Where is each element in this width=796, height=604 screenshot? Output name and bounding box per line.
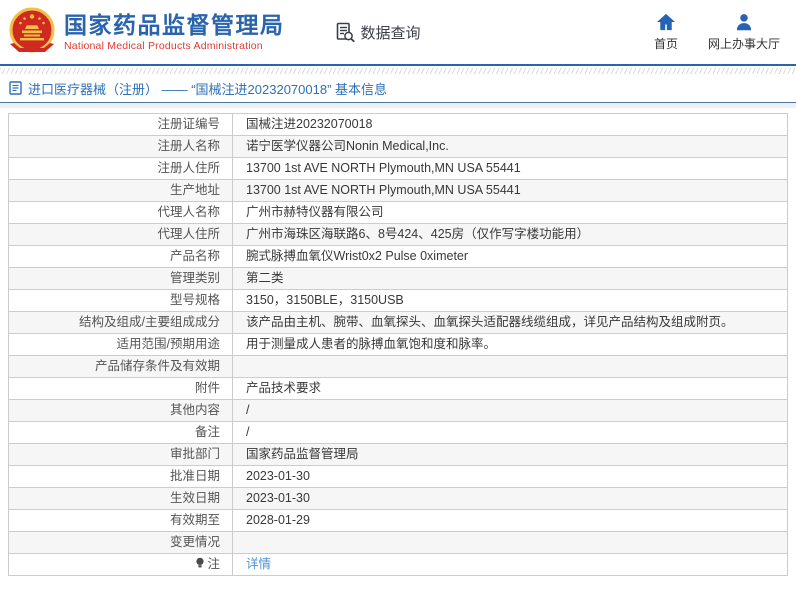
nav-hall-label: 网上办事大厅 bbox=[707, 36, 780, 51]
row-label: 有效期至 bbox=[8, 509, 233, 532]
row-value bbox=[232, 531, 788, 554]
document-icon bbox=[9, 81, 22, 95]
row-label: 注 bbox=[8, 553, 233, 576]
row-label: 产品名称 bbox=[8, 245, 233, 268]
nav-service-hall[interactable]: 网上办事大厅 bbox=[708, 13, 780, 52]
table-row: 管理类别 第二类 bbox=[8, 267, 788, 290]
table-row: 产品储存条件及有效期 bbox=[8, 355, 788, 378]
row-value: 2023-01-30 bbox=[232, 487, 788, 510]
row-label: 审批部门 bbox=[8, 443, 233, 466]
table-row: 变更情况 bbox=[8, 531, 788, 554]
table-row: 附件 产品技术要求 bbox=[8, 377, 788, 400]
row-label: 备注 bbox=[8, 421, 233, 444]
row-value: / bbox=[232, 421, 788, 444]
table-row: 适用范围/预期用途 用于测量成人患者的脉搏血氧饱和度和脉率。 bbox=[8, 333, 788, 356]
national-emblem-icon bbox=[9, 7, 55, 53]
logo-text: 国家药品监督管理局 National Medical Products Admi… bbox=[64, 12, 285, 52]
row-value: 国械注进20232070018 bbox=[232, 113, 788, 136]
table-row: 其他内容 / bbox=[8, 399, 788, 422]
row-label: 代理人住所 bbox=[8, 223, 233, 246]
row-label: 生效日期 bbox=[8, 487, 233, 510]
row-label: 附件 bbox=[8, 377, 233, 400]
row-value: 腕式脉搏血氧仪Wrist0x2 Pulse 0ximeter bbox=[232, 245, 788, 268]
row-label: 产品储存条件及有效期 bbox=[8, 355, 233, 378]
row-label: 生产地址 bbox=[8, 179, 233, 202]
user-icon bbox=[736, 13, 752, 30]
registration-info-table: 注册证编号 国械注进20232070018 注册人名称 诺宁医学仪器公司Nonin … bbox=[8, 113, 788, 576]
row-label: 管理类别 bbox=[8, 267, 233, 290]
row-label: 型号规格 bbox=[8, 289, 233, 312]
table-row: 注册证编号 国械注进20232070018 bbox=[8, 113, 788, 136]
row-label: 注册人名称 bbox=[8, 135, 233, 158]
site-subtitle: National Medical Products Administration bbox=[64, 40, 263, 52]
table-row: 批准日期 2023-01-30 bbox=[8, 465, 788, 488]
table-row: 注册人住所 13700 1st AVE NORTH Plymouth,MN USA… bbox=[8, 157, 788, 180]
row-value: 2028-01-29 bbox=[232, 509, 788, 532]
row-value: 产品技术要求 bbox=[232, 377, 788, 400]
table-row: 代理人住所 广州市海珠区海联路6、8号424、425房（仅作写字楼功能用） bbox=[8, 223, 788, 246]
table-row: 注册人名称 诺宁医学仪器公司Nonin Medical,Inc. bbox=[8, 135, 788, 158]
row-value: 13700 1st AVE NORTH Plymouth,MN USA 5544… bbox=[232, 179, 788, 202]
row-value bbox=[232, 355, 788, 378]
bulb-icon bbox=[195, 557, 205, 573]
row-value: 诺宁医学仪器公司Nonin Medical,Inc. bbox=[232, 135, 788, 158]
row-value: 广州市赫特仪器有限公司 bbox=[232, 201, 788, 224]
table-row: 注 详情 bbox=[8, 553, 788, 576]
row-value: 用于测量成人患者的脉搏血氧饱和度和脉率。 bbox=[232, 333, 788, 356]
table-row: 生产地址 13700 1st AVE NORTH Plymouth,MN USA … bbox=[8, 179, 788, 202]
row-value: 详情 bbox=[232, 553, 788, 576]
data-query-label: 数据查询 bbox=[360, 24, 421, 42]
row-value: 广州市海珠区海联路6、8号424、425房（仅作写字楼功能用） bbox=[232, 223, 788, 246]
row-value: 第二类 bbox=[232, 267, 788, 290]
row-label: 其他内容 bbox=[8, 399, 233, 422]
table-row: 备注 / bbox=[8, 421, 788, 444]
page-title-bar: 进口医疗器械（注册） —— “国械注进20232070018” 基本信息 bbox=[0, 74, 796, 103]
row-label: 批准日期 bbox=[8, 465, 233, 488]
site-title: 国家药品监督管理局 bbox=[64, 12, 285, 38]
row-label: 注册人住所 bbox=[8, 157, 233, 180]
page-title: 进口医疗器械（注册） —— “国械注进20232070018” 基本信息 bbox=[28, 81, 388, 97]
row-value: 2023-01-30 bbox=[232, 465, 788, 488]
note-detail-link[interactable]: 详情 bbox=[246, 557, 271, 571]
table-row: 审批部门 国家药品监督管理局 bbox=[8, 443, 788, 466]
row-label: 变更情况 bbox=[8, 531, 233, 554]
row-value: 国家药品监督管理局 bbox=[232, 443, 788, 466]
nmpa-logo: 国家药品监督管理局 National Medical Products Admi… bbox=[8, 6, 285, 58]
row-label: 结构及组成/主要组成成分 bbox=[8, 311, 233, 334]
row-value: / bbox=[232, 399, 788, 422]
home-icon bbox=[656, 13, 675, 30]
nav-home-label: 首页 bbox=[653, 36, 678, 51]
table-row: 型号规格 3150，3150BLE，3150USB bbox=[8, 289, 788, 312]
data-query-icon bbox=[336, 22, 355, 42]
table-row: 有效期至 2028-01-29 bbox=[8, 509, 788, 532]
row-value: 该产品由主机、腕带、血氧探头、血氧探头适配器线缆组成，详见产品结构及组成附页。 bbox=[232, 311, 788, 334]
row-value: 3150，3150BLE，3150USB bbox=[232, 289, 788, 312]
row-label: 代理人名称 bbox=[8, 201, 233, 224]
table-row: 代理人名称 广州市赫特仪器有限公司 bbox=[8, 201, 788, 224]
table-row: 产品名称 腕式脉搏血氧仪Wrist0x2 Pulse 0ximeter bbox=[8, 245, 788, 268]
table-row: 生效日期 2023-01-30 bbox=[8, 487, 788, 510]
top-nav: 首页 网上办事大厅 bbox=[654, 13, 782, 52]
row-value: 13700 1st AVE NORTH Plymouth,MN USA 5544… bbox=[232, 157, 788, 180]
nav-home[interactable]: 首页 bbox=[654, 13, 678, 52]
info-table-body: 注册证编号 国械注进20232070018 注册人名称 诺宁医学仪器公司Nonin … bbox=[8, 113, 788, 576]
site-header: 国家药品监督管理局 National Medical Products Admi… bbox=[0, 0, 796, 66]
data-query-button[interactable]: 数据查询 bbox=[335, 22, 421, 43]
row-label: 适用范围/预期用途 bbox=[8, 333, 233, 356]
table-row: 结构及组成/主要组成成分 该产品由主机、腕带、血氧探头、血氧探头适配器线缆组成，详… bbox=[8, 311, 788, 334]
row-label: 注册证编号 bbox=[8, 113, 233, 136]
section-divider bbox=[0, 103, 796, 108]
